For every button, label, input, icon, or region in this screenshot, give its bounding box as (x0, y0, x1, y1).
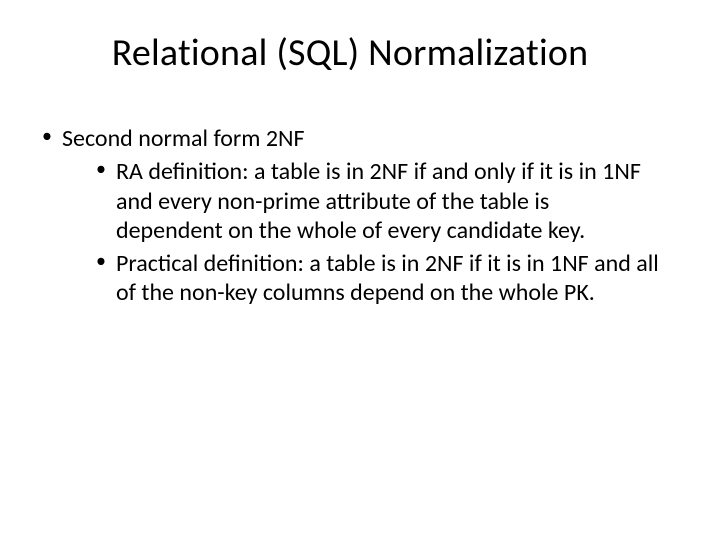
bullet-list-level2: RA definition: a table is in 2NF if and … (62, 157, 660, 307)
list-item: Practical definition: a table is in 2NF … (94, 249, 660, 308)
bullet-text: RA definition: a table is in 2NF if and … (116, 157, 641, 245)
bullet-text: Practical definition: a table is in 2NF … (116, 249, 659, 307)
slide: Relational (SQL) Normalization Second no… (0, 0, 720, 540)
list-item: RA definition: a table is in 2NF if and … (94, 157, 660, 245)
slide-title: Relational (SQL) Normalization (40, 30, 660, 76)
bullet-list-level1: Second normal form 2NF RA definition: a … (40, 124, 660, 308)
bullet-text: Second normal form 2NF (62, 124, 305, 153)
list-item: Second normal form 2NF RA definition: a … (40, 124, 660, 308)
